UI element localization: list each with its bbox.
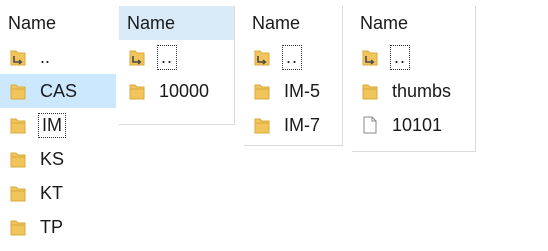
- list-item-folder[interactable]: IM-7: [244, 108, 342, 142]
- list-item-parent[interactable]: ..: [352, 40, 475, 74]
- list-item-label: TP: [40, 216, 64, 237]
- folder-icon: [254, 82, 270, 100]
- parent-folder-icon: [254, 48, 270, 66]
- file-list: .. CAS IM KS KT TP: [0, 40, 116, 244]
- list-item-parent[interactable]: ..: [0, 40, 116, 74]
- folder-icon: [10, 82, 26, 100]
- file-icon: [362, 116, 378, 134]
- folder-icon: [129, 82, 145, 100]
- parent-folder-icon: [362, 48, 378, 66]
- list-item-label: IM-5: [284, 80, 320, 101]
- list-item-file[interactable]: 10101: [352, 108, 475, 142]
- file-list: .. thumbs 10101: [352, 40, 475, 142]
- list-item-label: 10101: [392, 114, 443, 135]
- list-item-folder[interactable]: IM: [0, 108, 116, 142]
- file-list-pane: Name .. 10000: [119, 6, 235, 125]
- folder-icon: [254, 116, 270, 134]
- list-item-label: IM-7: [284, 114, 320, 135]
- list-item-folder[interactable]: IM-5: [244, 74, 342, 108]
- name-column-header[interactable]: Name: [119, 6, 234, 40]
- list-item-label: ..: [40, 46, 51, 67]
- list-item-label: CAS: [40, 80, 78, 101]
- parent-folder-icon: [129, 48, 145, 66]
- folder-icon: [362, 82, 378, 100]
- name-column-header[interactable]: Name: [244, 6, 342, 40]
- list-item-label: KS: [40, 148, 65, 169]
- list-item-label: ..: [156, 44, 178, 70]
- file-list: .. 10000: [119, 40, 234, 108]
- folder-icon: [10, 184, 26, 202]
- list-item-parent[interactable]: ..: [244, 40, 342, 74]
- list-item-label: ..: [389, 44, 411, 70]
- list-item-label: ..: [281, 44, 303, 70]
- file-list: .. IM-5 IM-7: [244, 40, 342, 142]
- file-list-pane: Name .. thumbs 10101: [352, 6, 476, 152]
- list-item-folder[interactable]: TP: [0, 210, 116, 244]
- list-item-label: thumbs: [392, 80, 452, 101]
- list-item-folder[interactable]: KS: [0, 142, 116, 176]
- list-item-parent[interactable]: ..: [119, 40, 234, 74]
- name-column-header[interactable]: Name: [352, 6, 475, 40]
- list-item-folder[interactable]: CAS: [0, 74, 116, 108]
- folder-icon: [10, 116, 26, 134]
- file-list-pane: Name .. IM-5 IM-7: [244, 6, 343, 146]
- folder-icon: [10, 150, 26, 168]
- list-item-label: KT: [40, 182, 64, 203]
- list-item-folder[interactable]: 10000: [119, 74, 234, 108]
- name-column-header[interactable]: Name: [0, 6, 116, 40]
- file-list-pane: Name .. CAS IM KS KT TP: [0, 6, 116, 246]
- list-item-folder[interactable]: thumbs: [352, 74, 475, 108]
- list-item-label: IM: [38, 112, 66, 138]
- folder-icon: [10, 218, 26, 236]
- parent-folder-icon: [10, 48, 26, 66]
- list-item-label: 10000: [159, 80, 210, 101]
- list-item-folder[interactable]: KT: [0, 176, 116, 210]
